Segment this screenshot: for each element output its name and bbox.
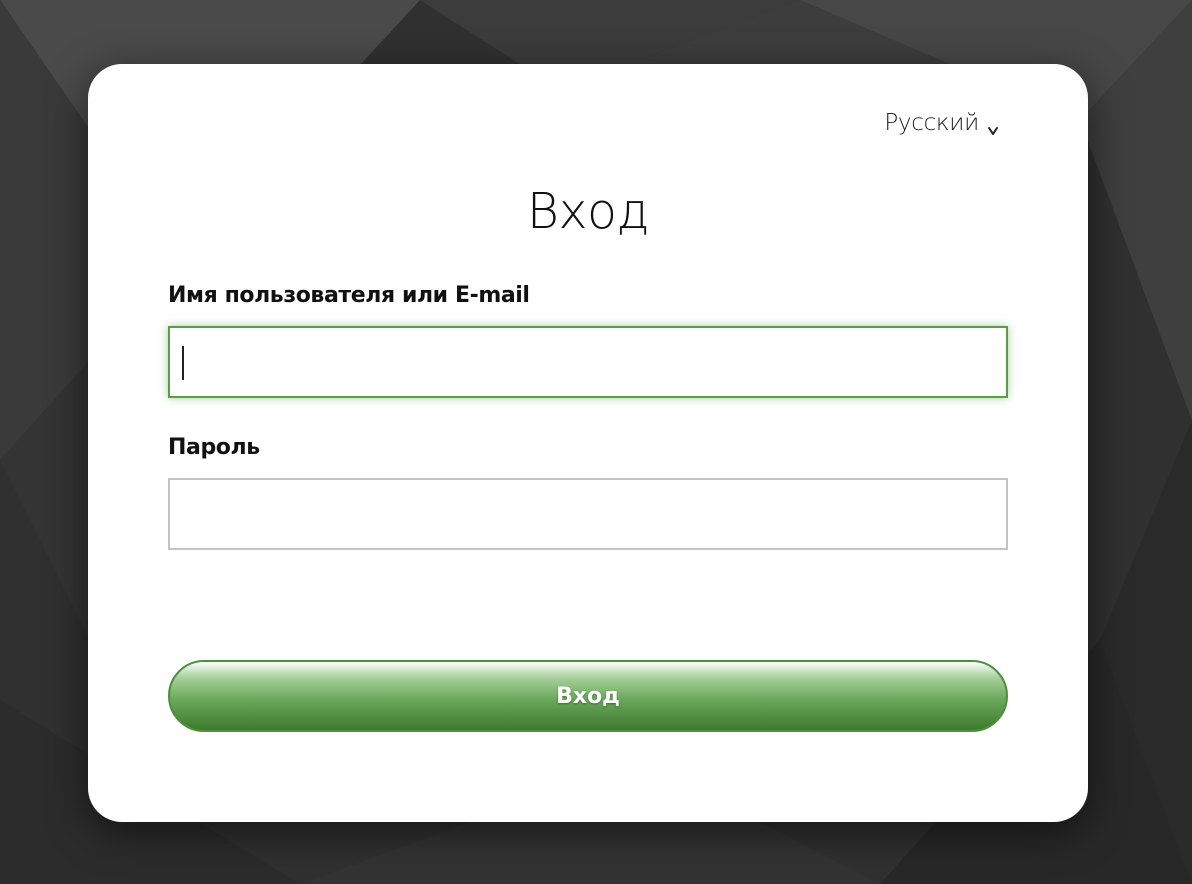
username-input[interactable]	[168, 326, 1008, 398]
login-button[interactable]: Вход	[168, 660, 1008, 732]
username-label: Имя пользователя или E-mail	[168, 283, 530, 308]
language-selector-label: Русский	[884, 110, 979, 136]
login-card: Русский Вход Имя пользователя или E-mail…	[88, 64, 1088, 822]
password-label: Пароль	[168, 435, 260, 460]
text-caret	[182, 346, 184, 380]
page-title: Вход	[526, 183, 650, 240]
password-input[interactable]	[168, 478, 1008, 550]
language-selector[interactable]: Русский	[884, 110, 998, 136]
chevron-down-icon	[988, 116, 998, 135]
